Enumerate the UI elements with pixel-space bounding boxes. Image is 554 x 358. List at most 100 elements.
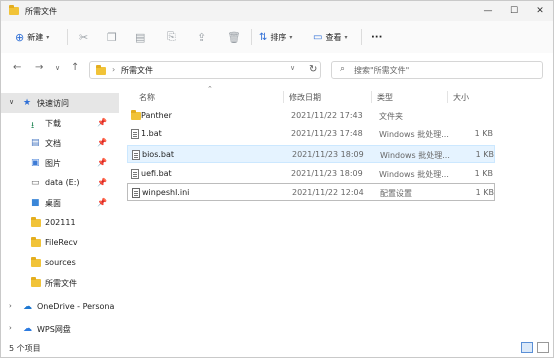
window-title: 所需文件	[25, 7, 57, 16]
document-icon: ▤	[31, 138, 40, 148]
sort-button[interactable]: ⇅ 排序 ▾	[259, 21, 292, 53]
file-row[interactable]: bios.bat 2021/11/23 18:09 Windows 批处理...…	[127, 145, 495, 163]
file-date: 2021/11/23 17:48	[291, 129, 363, 138]
title-bar: 所需文件 — ☐ ✕	[1, 1, 553, 21]
copy-icon[interactable]: ❐	[107, 31, 117, 44]
column-header-date[interactable]: 修改日期	[289, 92, 321, 103]
delete-icon[interactable]: 🗑	[227, 31, 241, 44]
sidebar-item-data-drive[interactable]: ▭ data (E:) 📌	[1, 173, 119, 193]
file-name: uefi.bat	[141, 169, 172, 178]
folder-icon	[31, 217, 41, 228]
search-box[interactable]: ⌕ 搜索"所需文件"	[331, 61, 543, 79]
download-icon: ⭳	[31, 121, 35, 131]
up-arrow-icon[interactable]: ↑	[71, 62, 79, 73]
back-arrow-icon[interactable]: ←	[13, 62, 21, 73]
share-icon[interactable]: ⇪	[197, 31, 206, 44]
file-row[interactable]: uefi.bat 2021/11/23 18:09 Windows 批处理...…	[127, 165, 495, 183]
file-row[interactable]: 1.bat 2021/11/23 17:48 Windows 批处理... 1 …	[127, 125, 495, 143]
cut-icon[interactable]: ✂	[79, 31, 88, 44]
pin-icon[interactable]: 📌	[97, 158, 107, 167]
sidebar-item-required-files[interactable]: 所需文件	[1, 273, 119, 293]
view-button-label: 查看	[325, 32, 342, 42]
forward-arrow-icon[interactable]: →	[35, 62, 43, 73]
minimize-button[interactable]: —	[475, 1, 501, 21]
sidebar-item-sources[interactable]: sources	[1, 253, 119, 273]
column-divider[interactable]	[447, 91, 448, 103]
maximize-button[interactable]: ☐	[501, 1, 527, 21]
pin-icon[interactable]: 📌	[97, 138, 107, 147]
file-name: Panther	[141, 111, 172, 120]
toolbar-divider	[67, 29, 68, 45]
sidebar-item-label: 图片	[45, 159, 61, 168]
sidebar-item-202111[interactable]: 202111	[1, 213, 119, 233]
paste-icon[interactable]: ▤	[135, 31, 145, 44]
sidebar-item-filerecv[interactable]: FileRecv	[1, 233, 119, 253]
chevron-down-icon: ▾	[344, 33, 348, 41]
file-size: 1 KB	[474, 129, 493, 138]
drive-icon: ▭	[31, 178, 40, 188]
file-type: Windows 批处理...	[379, 170, 449, 179]
pin-icon[interactable]: 📌	[97, 198, 107, 207]
pin-icon[interactable]: 📌	[97, 118, 107, 127]
file-date: 2021/11/22 12:04	[292, 188, 364, 197]
chevron-right-icon: ›	[112, 65, 116, 74]
item-count: 5 个项目	[9, 344, 41, 353]
file-row[interactable]: Panther 2021/11/22 17:43 文件夹	[127, 107, 495, 125]
sidebar-item-wps[interactable]: › ☁ WPS网盘	[1, 319, 119, 339]
sort-button-label: 排序	[270, 32, 287, 42]
more-options-button[interactable]: ···	[371, 21, 382, 53]
sidebar-item-documents[interactable]: ▤ 文档 📌	[1, 133, 119, 153]
cloud-icon: ☁	[23, 324, 32, 334]
file-list: 名称 ⌃ 修改日期 类型 大小 Panther 2021/11/22 17:43…	[119, 85, 495, 339]
file-date: 2021/11/23 18:09	[291, 169, 363, 178]
toolbar-divider	[361, 29, 362, 45]
sidebar-item-label: sources	[45, 258, 76, 267]
sidebar-item-label: 桌面	[45, 199, 61, 208]
tiles-view-icon[interactable]	[537, 342, 549, 353]
folder-icon	[31, 277, 41, 288]
search-placeholder: 搜索"所需文件"	[354, 66, 410, 75]
navigation-pane: ∨ ★ 快速访问 ⭳ 下载 📌 ▤ 文档 📌 ▣ 图片 📌 ▭ data (E:…	[1, 87, 119, 339]
new-button-label: 新建	[27, 32, 44, 42]
column-divider[interactable]	[371, 91, 372, 103]
file-size: 1 KB	[474, 169, 493, 178]
recent-locations-chevron-icon[interactable]: ∨	[55, 64, 60, 72]
explorer-window: 所需文件 — ☐ ✕ ⊕ 新建 ▾ ✂ ❐ ▤ ⎘ ⇪ 🗑 ⇅ 排序 ▾ ▭ 查…	[0, 0, 554, 358]
star-icon: ★	[23, 98, 32, 108]
chevron-right-icon[interactable]: ›	[9, 324, 12, 332]
command-bar: ⊕ 新建 ▾ ✂ ❐ ▤ ⎘ ⇪ 🗑 ⇅ 排序 ▾ ▭ 查看 ▾ ···	[1, 21, 553, 54]
column-header-type[interactable]: 类型	[377, 92, 393, 103]
chevron-down-icon[interactable]: ∨	[290, 64, 295, 72]
breadcrumb[interactable]: 所需文件	[121, 65, 153, 76]
address-bar[interactable]: › 所需文件 ∨	[89, 61, 321, 79]
close-button[interactable]: ✕	[527, 1, 553, 21]
status-bar: 5 个项目	[1, 339, 553, 357]
new-button[interactable]: ⊕ 新建 ▾	[15, 21, 49, 53]
sidebar-item-onedrive[interactable]: › ☁ OneDrive - Persona	[1, 297, 119, 317]
file-type: Windows 批处理...	[379, 130, 449, 139]
file-type: 配置设置	[380, 189, 412, 198]
chevron-right-icon[interactable]: ›	[9, 302, 12, 310]
file-type: 文件夹	[379, 112, 403, 121]
sidebar-item-downloads[interactable]: ⭳ 下载 📌	[1, 113, 119, 133]
sidebar-item-label: 下载	[45, 119, 61, 128]
toolbar-divider	[251, 29, 252, 45]
view-button[interactable]: ▭ 查看 ▾	[313, 21, 347, 53]
details-view-icon[interactable]	[521, 342, 533, 353]
rename-icon[interactable]: ⎘	[167, 30, 176, 44]
sidebar-item-pictures[interactable]: ▣ 图片 📌	[1, 153, 119, 173]
file-row[interactable]: winpeshl.ini 2021/11/22 12:04 配置设置 1 KB	[127, 183, 495, 201]
column-header-size[interactable]: 大小	[453, 92, 469, 103]
view-icon: ▭	[313, 31, 323, 43]
sidebar-item-label: 202111	[45, 218, 76, 227]
plus-circle-icon: ⊕	[15, 30, 25, 44]
address-row: ← → ∨ ↑ › 所需文件 ∨ ↻ ⌕ 搜索"所需文件"	[1, 53, 553, 87]
sidebar-item-quick-access[interactable]: ∨ ★ 快速访问	[1, 93, 119, 113]
refresh-icon[interactable]: ↻	[309, 64, 317, 75]
sidebar-item-desktop[interactable]: ■ 桌面 📌	[1, 193, 119, 213]
column-header-name[interactable]: 名称	[139, 92, 155, 103]
chevron-down-icon[interactable]: ∨	[9, 98, 14, 106]
column-divider[interactable]	[283, 91, 284, 103]
sidebar-item-label: data (E:)	[45, 178, 80, 187]
pin-icon[interactable]: 📌	[97, 178, 107, 187]
